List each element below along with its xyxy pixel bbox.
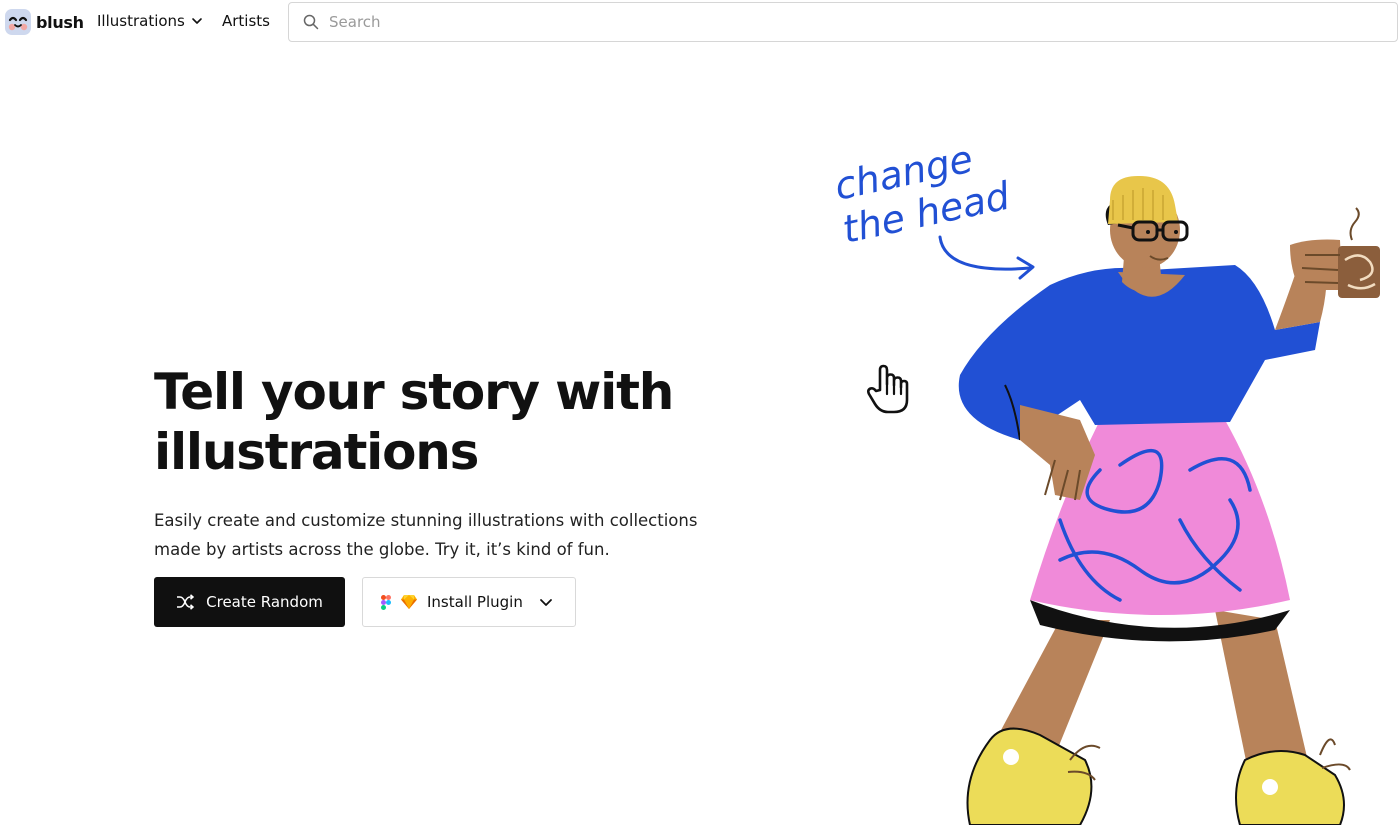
create-random-button[interactable]: Create Random (154, 577, 345, 627)
install-plugin-button[interactable]: Install Plugin (362, 577, 576, 627)
chevron-down-icon (192, 18, 202, 24)
hero-subtitle: Easily create and customize stunning ill… (154, 511, 698, 559)
character-head (1105, 175, 1189, 268)
figma-icon (381, 594, 391, 610)
blush-logo-icon (5, 9, 31, 35)
left-shoe (966, 727, 1101, 825)
search-input[interactable] (329, 13, 1329, 31)
nav-artists-label: Artists (222, 12, 270, 30)
install-plugin-label: Install Plugin (427, 593, 523, 611)
nav-illustrations-label: Illustrations (97, 12, 185, 30)
change-the-head-annotation: change the head (831, 140, 1035, 280)
shuffle-icon (177, 594, 195, 610)
create-random-label: Create Random (206, 593, 323, 611)
logo-link[interactable]: blush (4, 8, 84, 36)
search-icon (303, 14, 319, 30)
top-navigation: blush Illustrations Artists (0, 0, 1400, 46)
sketch-icon (401, 595, 417, 609)
nav-artists[interactable]: Artists (222, 12, 270, 30)
chevron-down-icon (539, 599, 552, 606)
coffee-mug (1338, 207, 1380, 298)
hero-title: Tell your story with illustrations (154, 363, 674, 481)
search-bar[interactable] (288, 2, 1398, 42)
nav-illustrations[interactable]: Illustrations (97, 12, 203, 30)
hero-illustration: change the head (831, 140, 1380, 825)
logo-text: blush (36, 12, 84, 32)
